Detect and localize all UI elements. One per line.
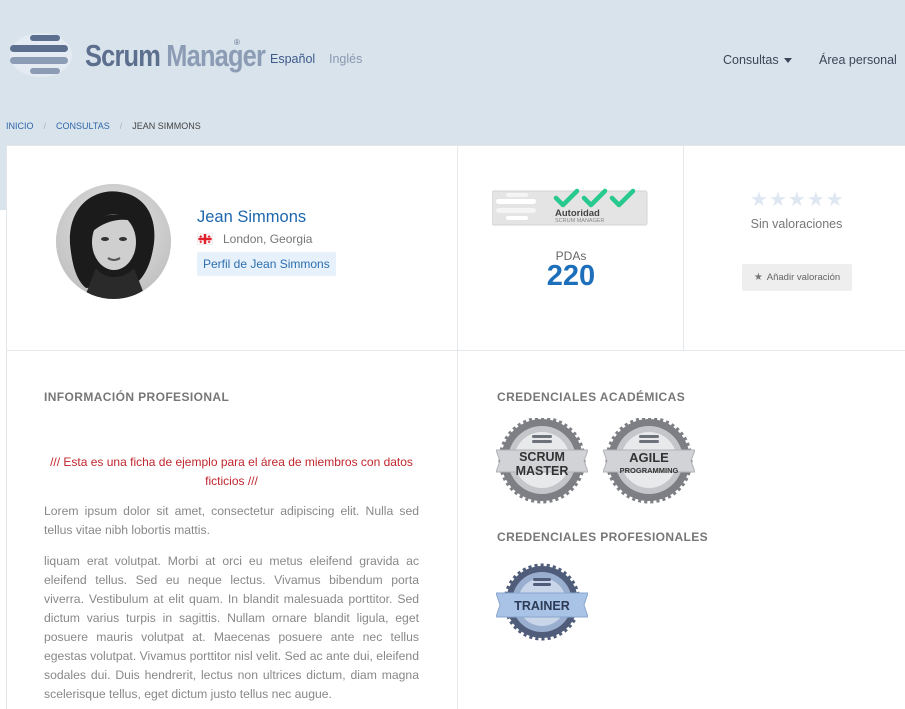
rating-status: Sin valoraciones (750, 217, 843, 231)
column-divider (457, 145, 458, 709)
star-empty-icon: ★ (768, 189, 787, 211)
language-spanish-link[interactable]: Español (270, 52, 315, 66)
nav-consultas-label: Consultas (723, 53, 779, 67)
member-location: London, Georgia (223, 232, 313, 246)
demo-notice: /// Esta es una ficha de ejemplo para el… (50, 455, 413, 488)
scrum-manager-logo[interactable]: Scrum Manager ® (10, 30, 266, 80)
breadcrumb-separator: / (43, 121, 47, 131)
add-rating-label: Añadir valoración (766, 272, 841, 283)
trainer-badge[interactable]: TRAINER (495, 560, 589, 646)
profile-paragraph: Lorem ipsum dolor sit amet, consectetur … (44, 504, 419, 537)
rating-stars: ★ ★ ★ ★ ★ (750, 190, 844, 210)
logo-mark-icon (10, 33, 72, 77)
breadcrumb-separator: / (119, 121, 123, 131)
breadcrumb-consultas-link[interactable]: CONSULTAS (56, 121, 110, 131)
svg-text:SCRUM: SCRUM (519, 450, 565, 464)
star-empty-icon: ★ (750, 189, 768, 211)
georgia-flag-icon (197, 233, 213, 245)
authority-badge-graphic: Autoridad SCRUM MANAGER (491, 188, 648, 226)
svg-text:SCRUM MANAGER: SCRUM MANAGER (555, 218, 605, 224)
member-name: Jean Simmons (197, 208, 307, 226)
academic-credentials-title: CREDENCIALES ACADÉMICAS (497, 390, 686, 404)
nav-consultas-dropdown[interactable]: Consultas (723, 53, 792, 67)
column-divider (683, 145, 684, 351)
scrum-master-badge-graphic: SCRUM MASTER (495, 416, 589, 504)
breadcrumb-home-link[interactable]: INICIO (6, 121, 34, 131)
professional-credentials-title: CREDENCIALES PROFESIONALES (497, 530, 709, 544)
member-avatar (56, 184, 171, 299)
svg-text:PROGRAMMING: PROGRAMMING (620, 466, 679, 475)
site-header: Scrum Manager ® Español Inglés Consultas… (0, 0, 905, 110)
caret-down-icon (783, 58, 792, 63)
svg-text:AGILE: AGILE (629, 450, 669, 465)
trainer-badge-graphic: TRAINER (495, 563, 589, 641)
scrum-master-badge[interactable]: SCRUM MASTER (495, 416, 589, 504)
member-profile-link[interactable]: Perfil de Jean Simmons (197, 252, 336, 276)
registered-mark: ® (234, 38, 240, 47)
breadcrumb: INICIO / CONSULTAS / JEAN SIMMONS (6, 121, 201, 131)
star-empty-icon: ★ (825, 189, 844, 211)
svg-text:MASTER: MASTER (516, 464, 569, 478)
star-icon: ★ (753, 272, 763, 283)
agile-programming-badge-graphic: AGILE PROGRAMMING (602, 416, 696, 504)
authority-badge: Autoridad SCRUM MANAGER (491, 188, 649, 226)
nav-area-personal-link[interactable]: Área personal (819, 53, 897, 67)
star-empty-icon: ★ (806, 189, 825, 211)
star-empty-icon: ★ (787, 189, 806, 211)
profile-paragraph: liquam erat volutpat. Morbi at orci eu m… (44, 554, 419, 701)
pdas-value: 220 (546, 260, 596, 292)
language-english-link[interactable]: Inglés (329, 52, 362, 66)
breadcrumb-current: JEAN SIMMONS (132, 121, 201, 131)
add-rating-button[interactable]: ★ Añadir valoración (742, 264, 852, 291)
row-divider (6, 350, 905, 351)
portrait-photo (56, 184, 171, 299)
agile-programming-badge[interactable]: AGILE PROGRAMMING (602, 416, 696, 504)
professional-info-title: INFORMACIÓN PROFESIONAL (44, 390, 230, 404)
svg-text:TRAINER: TRAINER (514, 599, 570, 613)
